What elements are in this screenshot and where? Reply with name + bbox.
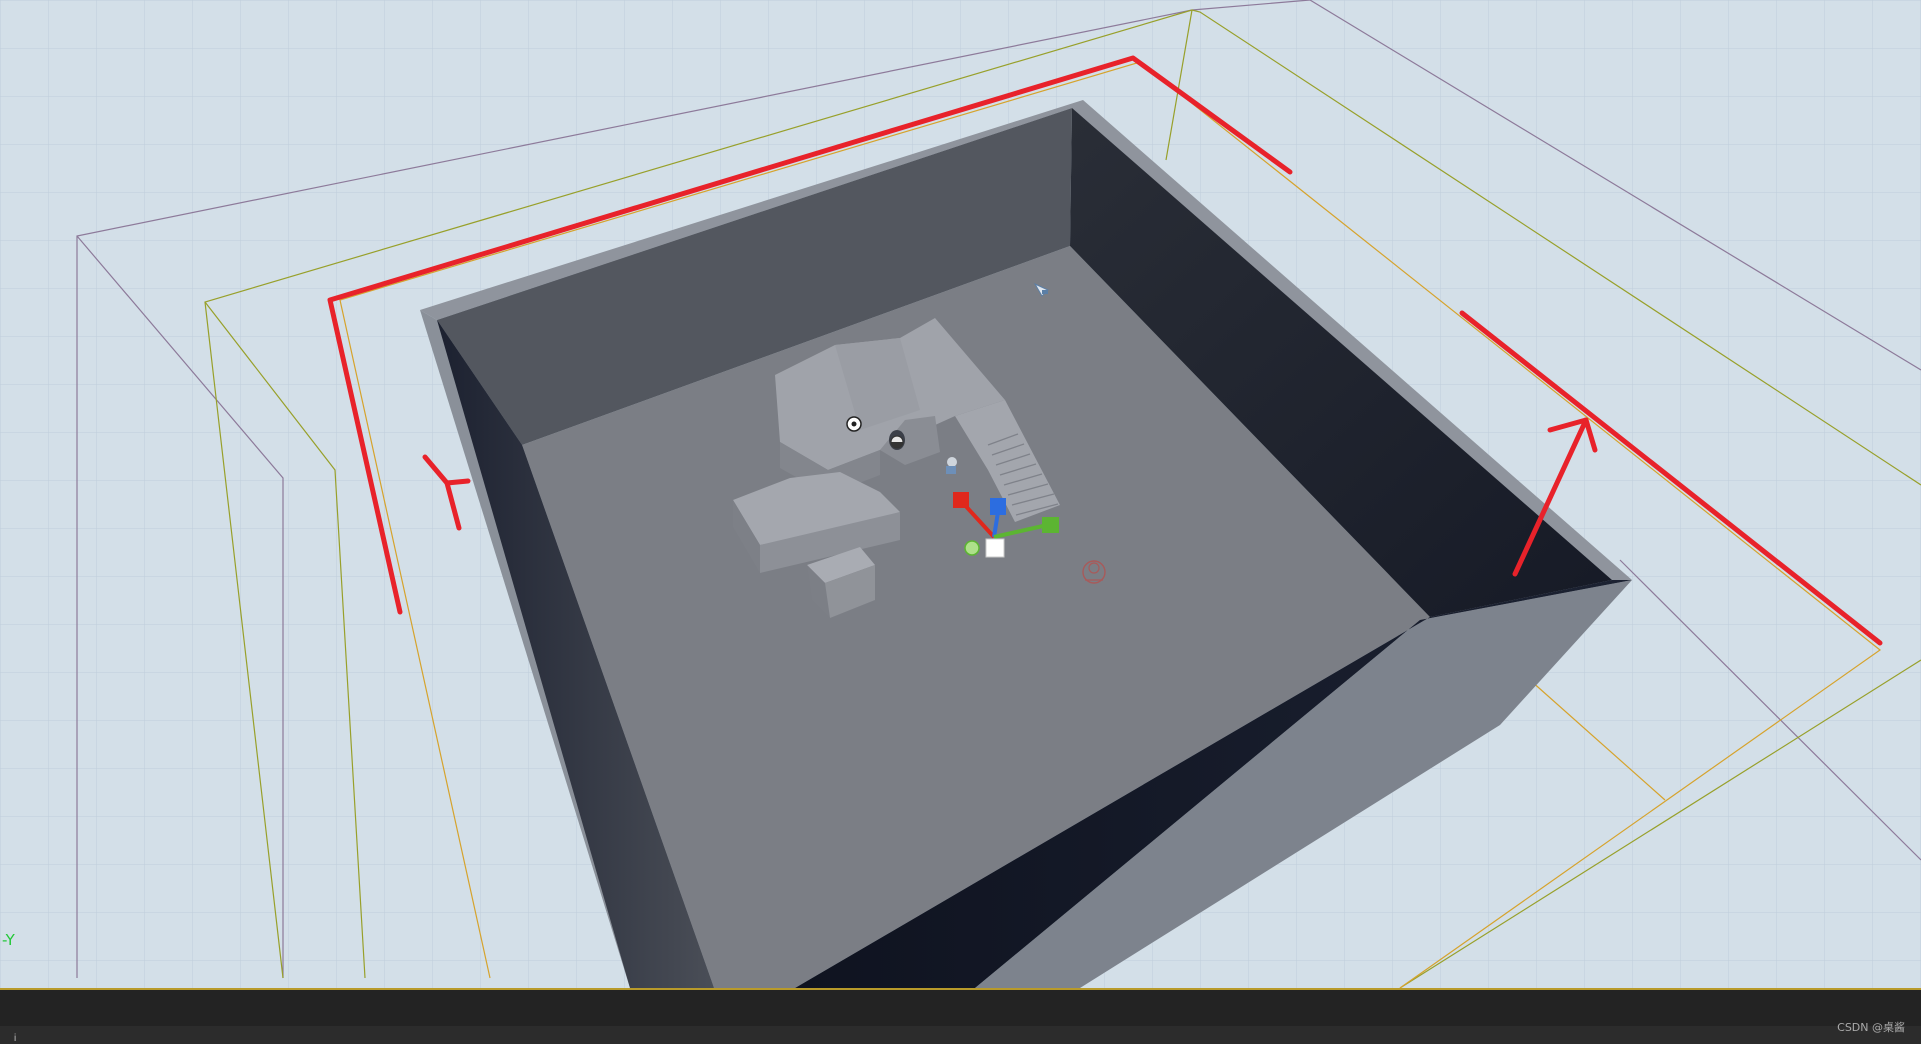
level-viewport[interactable]: -Y <box>0 0 1921 988</box>
annotation-tick-left-bar <box>444 478 471 486</box>
reflection-sphere-icon[interactable] <box>890 435 904 449</box>
scene-canvas[interactable] <box>0 0 1921 988</box>
gizmo-y-handle[interactable] <box>1042 517 1059 533</box>
gizmo-z-handle[interactable] <box>990 498 1006 515</box>
light-icon[interactable] <box>846 416 862 432</box>
gizmo-center[interactable] <box>985 538 1005 558</box>
axis-indicator-label: -Y <box>2 931 15 949</box>
info-glyph: i <box>14 1033 17 1044</box>
gizmo-x-handle[interactable] <box>953 492 969 508</box>
status-bar <box>0 988 1921 1026</box>
watermark: CSDN @桌酱 <box>1837 1021 1905 1034</box>
bottom-toolbar <box>0 1026 1921 1044</box>
gizmo-pivot-icon[interactable] <box>964 540 980 556</box>
